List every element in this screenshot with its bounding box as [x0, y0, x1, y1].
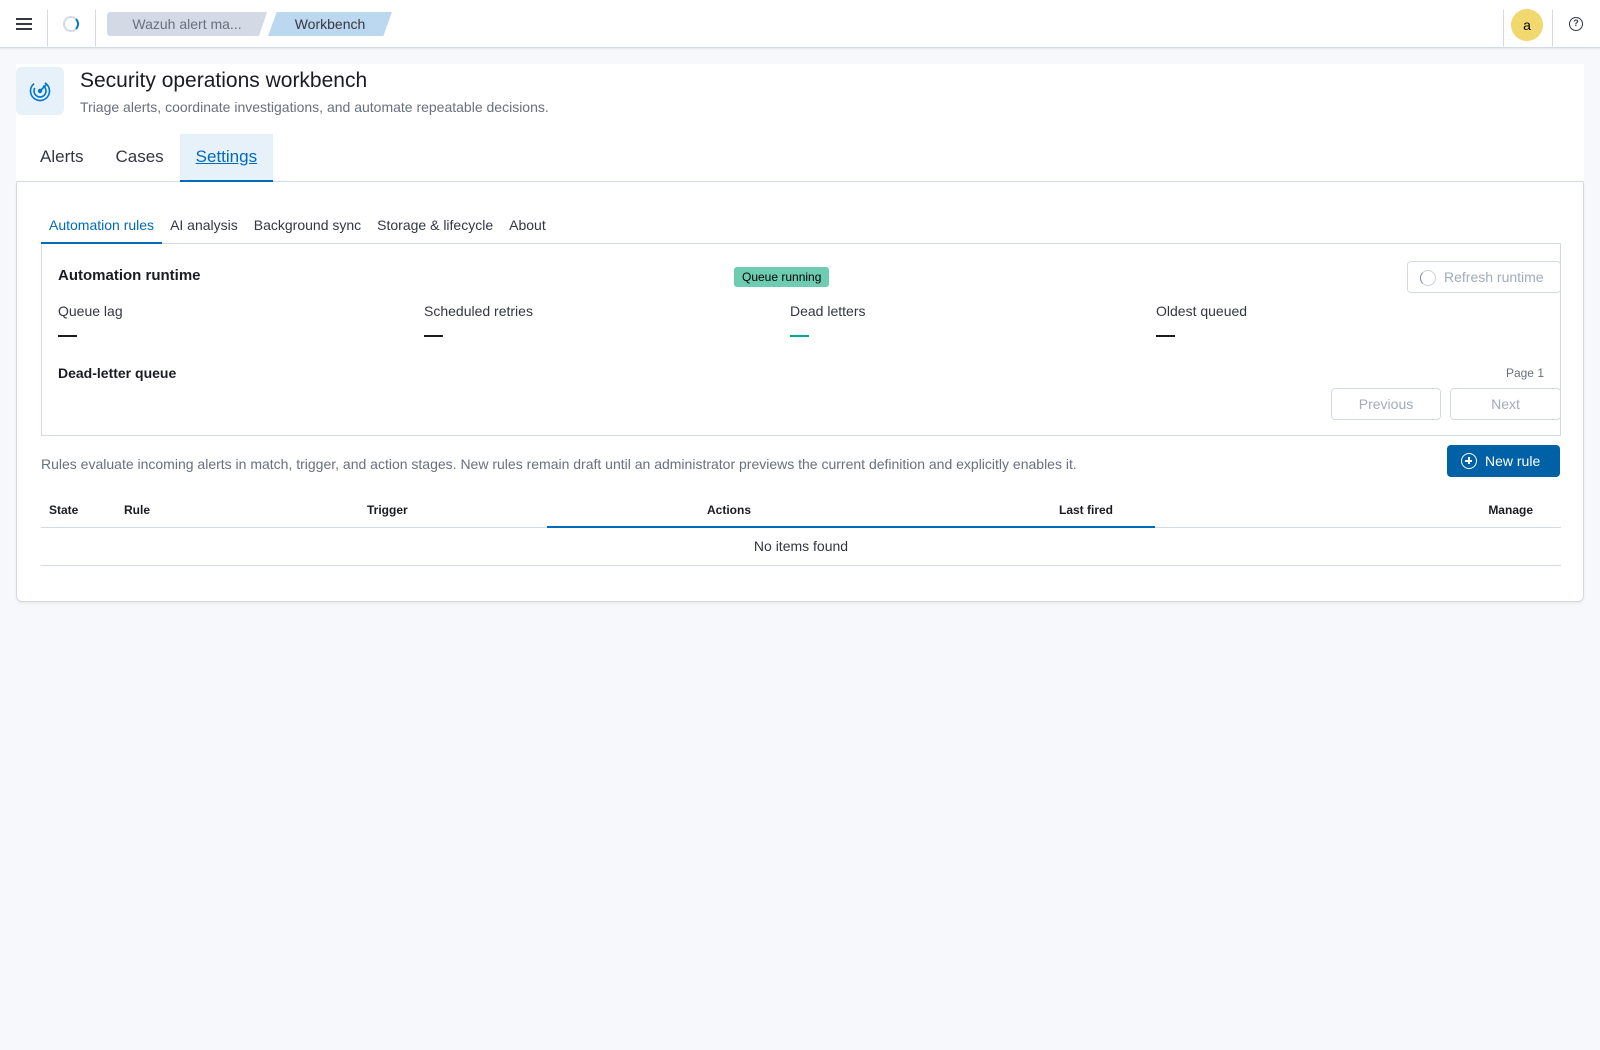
column-header-trigger[interactable]: Trigger [367, 503, 408, 517]
subtab-ai-analysis[interactable]: AI analysis [162, 210, 246, 244]
workbench-app-icon [16, 67, 64, 115]
stat-value-empty [1156, 335, 1175, 337]
stat-value-empty [790, 335, 809, 337]
tab-cases[interactable]: Cases [99, 134, 179, 182]
page-header: Security operations workbench Triage ale… [16, 64, 1584, 182]
radar-icon [29, 80, 51, 102]
column-resize-indicator [547, 526, 1155, 528]
menu-icon [16, 18, 32, 30]
stat-label: Oldest queued [1156, 303, 1248, 319]
rules-table: State Rule Trigger Actions Last fired Ma… [41, 494, 1561, 566]
runtime-title: Automation runtime [58, 267, 201, 284]
subtab-storage-lifecycle[interactable]: Storage & lifecycle [369, 210, 501, 244]
column-header-actions[interactable]: Actions [707, 503, 751, 517]
settings-panel: Automation rules AI analysis Background … [16, 182, 1584, 602]
dead-letter-queue-title: Dead-letter queue [58, 365, 177, 381]
subtab-automation-rules[interactable]: Automation rules [41, 210, 163, 244]
stat-label: Dead letters [790, 303, 866, 319]
page-indicator: Page 1 [1505, 366, 1544, 380]
stat-label: Scheduled retries [424, 303, 533, 319]
next-page-button[interactable]: Next [1450, 388, 1561, 420]
stat-value-empty [58, 335, 77, 337]
new-rule-button[interactable]: New rule [1447, 445, 1560, 477]
divider [1552, 10, 1553, 46]
previous-page-button[interactable]: Previous [1331, 388, 1441, 420]
user-avatar[interactable]: a [1511, 9, 1543, 41]
refresh-runtime-button[interactable]: Refresh runtime [1407, 261, 1561, 293]
top-bar: Wazuh alert ma... Workbench a ? [0, 0, 1600, 48]
column-header-rule[interactable]: Rule [124, 503, 150, 517]
menu-button[interactable] [8, 8, 40, 40]
stat-oldest-queued: Oldest queued [1156, 303, 1516, 337]
main-tabs: Alerts Cases Settings [24, 134, 274, 182]
column-header-state[interactable]: State [49, 503, 78, 517]
column-header-manage[interactable]: Manage [1488, 503, 1533, 517]
rules-description: Rules evaluate incoming alerts in match,… [41, 456, 1077, 472]
stat-value-empty [424, 335, 443, 337]
page-subtitle: Triage alerts, coordinate investigations… [80, 99, 549, 115]
divider [95, 10, 96, 46]
stat-queue-lag: Queue lag [58, 303, 418, 337]
divider [1503, 10, 1504, 46]
table-header: State Rule Trigger Actions Last fired Ma… [41, 494, 1561, 528]
breadcrumb-wazuh-alert-management[interactable]: Wazuh alert ma... [107, 12, 267, 36]
stat-dead-letters: Dead letters [790, 303, 1150, 337]
page-title: Security operations workbench [80, 69, 368, 92]
help-icon[interactable]: ? [1569, 17, 1583, 31]
column-header-last-fired[interactable]: Last fired [1059, 503, 1113, 517]
plus-circle-icon [1461, 453, 1477, 469]
breadcrumb-workbench: Workbench [268, 12, 392, 36]
refresh-runtime-label: Refresh runtime [1444, 269, 1544, 285]
loading-icon [63, 16, 79, 32]
tab-settings[interactable]: Settings [179, 134, 274, 182]
status-badge: Queue running [734, 267, 830, 287]
divider [47, 10, 48, 46]
automation-runtime-card: Automation runtime Queue running Refresh… [41, 244, 1561, 436]
subtab-about[interactable]: About [501, 210, 554, 244]
empty-state-row: No items found [41, 528, 1561, 566]
settings-sub-tabs: Automation rules AI analysis Background … [41, 210, 1561, 244]
subtab-background-sync[interactable]: Background sync [246, 210, 369, 244]
loading-icon [1420, 270, 1436, 286]
new-rule-label: New rule [1485, 453, 1541, 469]
stat-label: Queue lag [58, 303, 123, 319]
tab-alerts[interactable]: Alerts [24, 134, 99, 182]
stat-scheduled-retries: Scheduled retries [424, 303, 784, 337]
